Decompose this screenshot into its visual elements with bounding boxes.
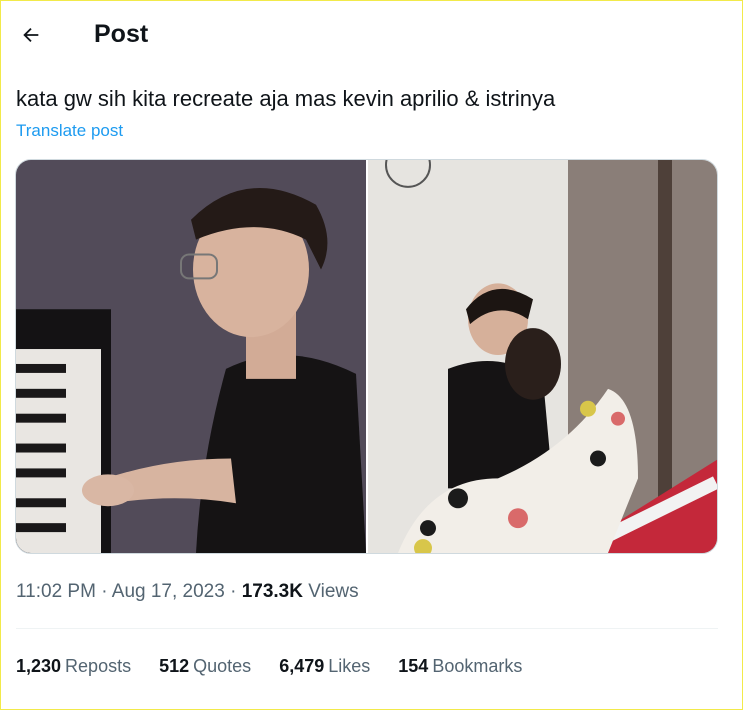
post-media — [15, 159, 718, 554]
engagement-stats: 1,230 Reposts 512 Quotes 6,479 Likes 154 Boo… — [16, 654, 522, 678]
post-time[interactable]: 11:02 PM — [16, 581, 96, 602]
media-image-1[interactable] — [16, 160, 366, 553]
photo-man-playing-piano — [16, 160, 366, 553]
post-header: Post — [0, 0, 743, 68]
reposts-count: 1,230 — [16, 656, 62, 676]
likes-count: 6,479 — [279, 656, 325, 676]
separator: · — [101, 581, 108, 602]
likes-label: Likes — [328, 656, 371, 676]
bookmarks-label: Bookmarks — [432, 656, 523, 676]
arrow-left-icon — [23, 27, 39, 43]
reposts-label: Reposts — [65, 656, 132, 676]
likes-link[interactable]: 6,479 Likes — [279, 654, 370, 678]
translate-post-link[interactable]: Translate post — [16, 120, 123, 142]
post-metadata: 11:02 PM · Aug 17, 2023 · 173.3K Views — [16, 580, 359, 604]
quotes-count: 512 — [159, 656, 190, 676]
bookmarks-count: 154 — [398, 656, 429, 676]
quotes-label: Quotes — [193, 656, 252, 676]
post-date[interactable]: Aug 17, 2023 — [112, 581, 225, 602]
post-text: kata gw sih kita recreate aja mas kevin … — [16, 86, 556, 111]
bookmarks-link[interactable]: 154 Bookmarks — [398, 654, 522, 678]
separator: · — [230, 581, 237, 602]
divider — [16, 628, 718, 629]
page-title: Post — [94, 20, 149, 48]
views-label: Views — [308, 581, 359, 602]
photo-couple-at-red-piano — [368, 160, 717, 553]
views-count: 173.3K — [241, 581, 303, 602]
quotes-link[interactable]: 512 Quotes — [159, 654, 251, 678]
media-image-2[interactable] — [368, 160, 717, 553]
reposts-link[interactable]: 1,230 Reposts — [16, 654, 131, 678]
back-button[interactable] — [14, 18, 48, 52]
